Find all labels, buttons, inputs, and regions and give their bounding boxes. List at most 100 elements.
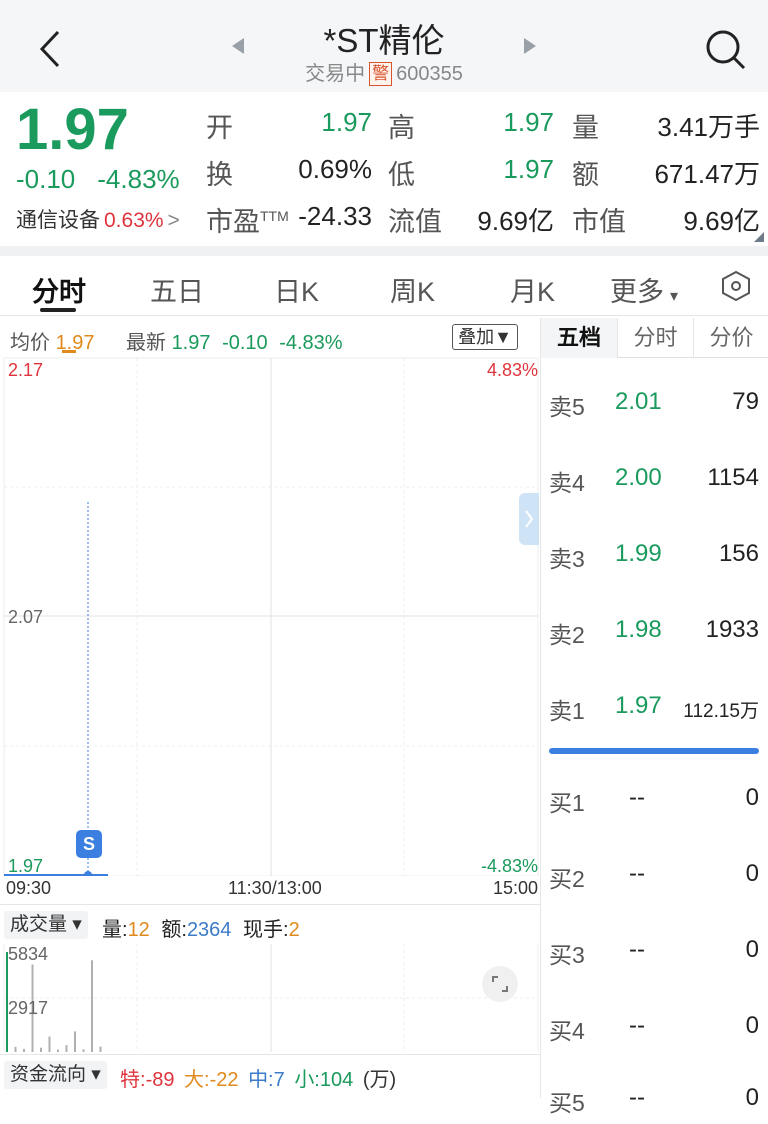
bid-row[interactable]: 买5 -- 0	[541, 1084, 768, 1124]
volume-bar	[65, 1045, 68, 1052]
bid-row[interactable]: 买1 -- 0	[541, 784, 768, 824]
order-book-tabs: 五档 分时 分价	[541, 318, 768, 358]
stock-code: 600355	[396, 63, 463, 85]
volume-bar	[82, 1049, 85, 1052]
bid-row[interactable]: 买2 -- 0	[541, 860, 768, 900]
ask-name: 卖4	[549, 470, 585, 496]
chevron-right-icon: >	[167, 209, 180, 232]
ask-volume: 156	[718, 540, 759, 567]
ask-row[interactable]: 卖2 1.98 1933	[541, 616, 768, 656]
ask-volume: 1933	[705, 616, 759, 643]
latest-pct: -4.83%	[279, 332, 343, 354]
chevron-right-small-icon	[525, 510, 534, 528]
stock-title: *ST精伦	[323, 22, 445, 59]
bid-volume: 0	[745, 1084, 759, 1111]
amt-label: 额:	[161, 919, 187, 941]
ask-price: 1.98	[615, 616, 662, 643]
volume-stats: 量:12 额:2364 现手:2	[102, 913, 300, 942]
y-tick-bottom: 1.97	[8, 856, 44, 876]
stat-label-pe-sup: TTM	[260, 208, 289, 224]
price-change-pct: -4.83%	[97, 164, 180, 194]
overlay-button[interactable]: 叠加▼	[452, 324, 518, 350]
search-button[interactable]	[698, 22, 752, 76]
bid-name: 买5	[549, 1090, 585, 1116]
volume-bar	[74, 1031, 76, 1052]
bid-price: --	[629, 1084, 645, 1111]
stat-value-market-cap: 9.69亿	[683, 206, 760, 236]
intraday-info-row: 均价 1.97 最新 1.97 -0.10 -4.83% 叠加▼	[0, 318, 540, 356]
money-flow-dropdown[interactable]: 资金流向 ▾	[4, 1061, 107, 1089]
divider	[0, 246, 768, 256]
ask-volume: 79	[732, 388, 759, 415]
next-stock-button[interactable]	[518, 34, 542, 58]
stat-label-low: 低	[388, 160, 415, 190]
ask-price: 2.01	[615, 388, 662, 415]
time-axis: 09:30 11:30/13:00 15:00	[0, 876, 540, 902]
stat-value-float-cap: 9.69亿	[477, 206, 554, 236]
volume-bar	[91, 960, 93, 1052]
hexagon-settings-icon	[722, 270, 750, 302]
quote-panel[interactable]: 1.97 -0.10 -4.83% 通信设备 0.63% > 开 1.97 高 1.9…	[0, 92, 768, 246]
y-tick-bottom-pct: -4.83%	[480, 856, 538, 876]
expand-icon	[492, 976, 508, 992]
price-series	[4, 502, 108, 879]
volume-bar	[40, 1047, 42, 1052]
avg-price-label: 均价	[10, 332, 50, 354]
bid-row[interactable]: 买3 -- 0	[541, 936, 768, 976]
tab-five-levels[interactable]: 五档	[541, 318, 617, 358]
chart-period-tabs: 分时 五日 日K 周K 月K 更多 ▾	[0, 256, 768, 316]
order-book: 五档 分时 分价 卖5 2.01 79 卖4 2.00 1154 卖3 1.99…	[540, 318, 768, 1116]
latest-change: -0.10	[222, 332, 268, 354]
intraday-chart-svg	[3, 357, 539, 879]
stat-label-high: 高	[388, 113, 415, 143]
fullscreen-button[interactable]	[482, 966, 518, 1002]
ask-volume: 112.15万	[683, 701, 759, 722]
tab-intraday[interactable]: 分时	[32, 270, 86, 309]
flow-medium-label: 中:	[248, 1069, 274, 1091]
bid-price: --	[629, 860, 645, 887]
vol-label: 量:	[102, 919, 128, 941]
ask-row[interactable]: 卖1 1.97 112.15万	[541, 692, 768, 732]
bid-volume: 0	[745, 936, 759, 963]
bid-price: --	[629, 936, 645, 963]
triangle-right-icon	[524, 38, 536, 54]
expand-corner-icon[interactable]	[754, 232, 764, 242]
intraday-chart[interactable]: 2.17 4.83% 2.07 1.97 -4.83% S	[0, 356, 540, 879]
volume-indicator-dropdown[interactable]: 成交量 ▾	[4, 911, 88, 939]
tab-more[interactable]: 更多 ▾	[610, 270, 678, 309]
ask-row[interactable]: 卖4 2.00 1154	[541, 464, 768, 504]
tab-monthly-k[interactable]: 月K	[510, 270, 555, 309]
tab-more-label: 更多	[610, 277, 664, 307]
bid-row[interactable]: 买4 -- 0	[541, 1012, 768, 1052]
tab-five-day[interactable]: 五日	[150, 270, 204, 309]
sector-link[interactable]: 通信设备 0.63% >	[16, 204, 180, 234]
stat-label-amount: 额	[572, 160, 599, 190]
vol-y-tick-mid: 2917	[8, 998, 49, 1018]
tab-ticks[interactable]: 分时	[617, 318, 693, 358]
stat-label-market-cap: 市值	[572, 207, 626, 237]
ask-name: 卖2	[549, 622, 585, 648]
bid-volume: 0	[745, 784, 759, 811]
search-icon	[706, 30, 746, 70]
signal-marker[interactable]: S	[76, 830, 102, 858]
ask-name: 卖3	[549, 546, 585, 572]
sector-name: 通信设备	[16, 209, 100, 232]
volume-chart[interactable]: 5834 2917	[0, 944, 540, 1052]
current-price: 1.97	[16, 97, 129, 162]
tab-daily-k[interactable]: 日K	[274, 270, 319, 309]
y-tick-top-pct: 4.83%	[486, 360, 538, 380]
side-panel-handle[interactable]	[519, 493, 539, 545]
tab-price-volume[interactable]: 分价	[693, 318, 768, 358]
stat-value-low: 1.97	[503, 154, 554, 184]
top-bar: *ST精伦 交易中警 600355	[0, 0, 768, 92]
stat-label-pe: 市盈TTM	[206, 200, 289, 239]
volume-chart-svg	[3, 944, 539, 1052]
ask-row[interactable]: 卖3 1.99 156	[541, 540, 768, 580]
stat-value-amount: 671.47万	[654, 159, 760, 189]
volume-header: 成交量 ▾ 量:12 额:2364 现手:2	[0, 904, 540, 944]
stat-label-turnover: 换	[206, 160, 233, 190]
ask-row[interactable]: 卖5 2.01 79	[541, 388, 768, 428]
settings-hex-button[interactable]	[718, 268, 754, 304]
tab-weekly-k[interactable]: 周K	[390, 270, 435, 309]
hand-label: 现手:	[243, 919, 289, 941]
